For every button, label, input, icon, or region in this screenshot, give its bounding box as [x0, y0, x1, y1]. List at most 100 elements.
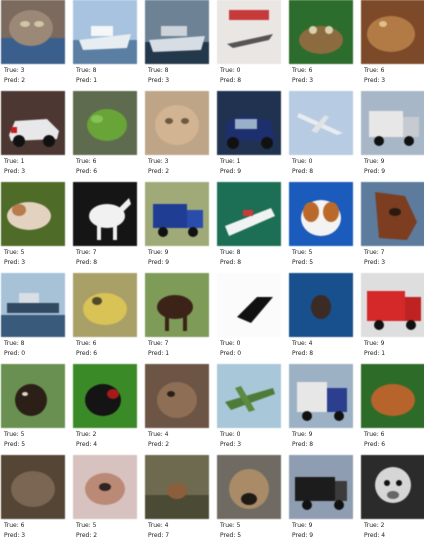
airplane-image	[217, 364, 281, 428]
horse-image	[361, 182, 424, 246]
grid-cell: True: 2 Pred: 4	[73, 364, 137, 452]
pred-label: Pred: 3	[4, 168, 26, 175]
dog-image	[1, 364, 65, 428]
true-label: True: 5	[292, 249, 313, 256]
frog-image	[1, 455, 65, 519]
grid-cell: True: 6 Pred: 6	[73, 91, 137, 179]
true-label: True: 7	[76, 249, 97, 256]
grid-cell: True: 8 Pred: 1	[73, 0, 137, 88]
true-label: True: 9	[292, 431, 313, 438]
true-label: True: 1	[220, 158, 241, 165]
grid-cell: True: 6 Pred: 6	[73, 273, 137, 361]
true-label: True: 3	[4, 67, 25, 74]
grid-cell: True: 6 Pred: 3	[289, 0, 353, 88]
automobile-image	[217, 91, 281, 155]
grid-cell: True: 8 Pred: 0	[1, 273, 65, 361]
pred-label: Pred: 3	[148, 77, 170, 84]
pred-label: Pred: 3	[4, 532, 26, 539]
true-label: True: 0	[220, 340, 241, 347]
deer-image	[289, 273, 353, 337]
true-label: True: 8	[220, 249, 241, 256]
pred-label: Pred: 2	[148, 441, 170, 448]
grid-cell: True: 1 Pred: 9	[217, 91, 281, 179]
dog-image	[217, 455, 281, 519]
true-label: True: 6	[4, 522, 25, 529]
pred-label: Pred: 5	[4, 441, 26, 448]
grid-cell: True: 5 Pred: 5	[1, 364, 65, 452]
pred-label: Pred: 8	[220, 259, 242, 266]
truck-image	[361, 273, 424, 337]
grid-cell: True: 9 Pred: 8	[289, 364, 353, 452]
pred-label: Pred: 9	[292, 532, 314, 539]
bird-image	[73, 364, 137, 428]
true-label: True: 0	[292, 158, 313, 165]
grid-cell: True: 0 Pred: 8	[217, 0, 281, 88]
frog-image	[73, 273, 137, 337]
grid-cell: True: 9 Pred: 1	[361, 273, 424, 361]
true-label: True: 4	[148, 431, 169, 438]
cat-image	[145, 91, 209, 155]
pred-label: Pred: 5	[220, 532, 242, 539]
pred-label: Pred: 2	[76, 532, 98, 539]
grid-cell: True: 7 Pred: 3	[361, 182, 424, 270]
pred-label: Pred: 3	[4, 259, 26, 266]
truck-image	[361, 91, 424, 155]
grid-cell: True: 0 Pred: 0	[217, 273, 281, 361]
grid-cell: True: 5 Pred: 5	[289, 182, 353, 270]
grid-cell: True: 3 Pred: 2	[145, 91, 209, 179]
airplane-image	[217, 273, 281, 337]
truck-image	[289, 364, 353, 428]
truck-image	[145, 182, 209, 246]
true-label: True: 5	[220, 522, 241, 529]
true-label: True: 0	[220, 67, 241, 74]
true-label: True: 9	[364, 340, 385, 347]
true-label: True: 4	[292, 340, 313, 347]
automobile-image	[1, 91, 65, 155]
pred-label: Pred: 3	[364, 77, 386, 84]
pred-label: Pred: 8	[292, 441, 314, 448]
grid-cell: True: 2 Pred: 4	[361, 455, 424, 543]
ship-image	[145, 0, 209, 64]
deer-image	[145, 364, 209, 428]
airplane-image	[217, 0, 281, 64]
dog-image	[73, 455, 137, 519]
grid-cell: True: 9 Pred: 9	[145, 182, 209, 270]
pred-label: Pred: 9	[220, 168, 242, 175]
true-label: True: 2	[76, 431, 97, 438]
pred-label: Pred: 8	[220, 77, 242, 84]
horse-image	[145, 273, 209, 337]
true-label: True: 6	[76, 158, 97, 165]
true-label: True: 6	[364, 67, 385, 74]
grid-cell: True: 6 Pred: 6	[361, 364, 424, 452]
prediction-grid: True: 3 Pred: 2 True: 8 Pred: 1 True: 8 …	[0, 0, 424, 544]
true-label: True: 0	[220, 431, 241, 438]
pred-label: Pred: 7	[148, 532, 170, 539]
pred-label: Pred: 5	[292, 259, 314, 266]
true-label: True: 6	[292, 67, 313, 74]
pred-label: Pred: 4	[364, 532, 386, 539]
grid-cell: True: 7 Pred: 8	[73, 182, 137, 270]
grid-cell: True: 5 Pred: 3	[1, 182, 65, 270]
frog-image	[73, 91, 137, 155]
dog-image	[289, 182, 353, 246]
grid-cell: True: 8 Pred: 3	[145, 0, 209, 88]
grid-cell: True: 5 Pred: 2	[73, 455, 137, 543]
grid-cell: True: 6 Pred: 3	[1, 455, 65, 543]
true-label: True: 7	[364, 249, 385, 256]
pred-label: Pred: 1	[76, 77, 98, 84]
true-label: True: 8	[148, 67, 169, 74]
true-label: True: 4	[148, 522, 169, 529]
pred-label: Pred: 0	[220, 350, 242, 357]
grid-cell: True: 9 Pred: 9	[289, 455, 353, 543]
true-label: True: 5	[4, 249, 25, 256]
grid-cell: True: 3 Pred: 2	[1, 0, 65, 88]
true-label: True: 1	[4, 158, 25, 165]
true-label: True: 9	[292, 522, 313, 529]
pred-label: Pred: 6	[76, 350, 98, 357]
pred-label: Pred: 1	[364, 350, 386, 357]
true-label: True: 9	[364, 158, 385, 165]
frog-image	[289, 0, 353, 64]
pred-label: Pred: 4	[76, 441, 98, 448]
pred-label: Pred: 9	[148, 259, 170, 266]
dog-image	[1, 182, 65, 246]
